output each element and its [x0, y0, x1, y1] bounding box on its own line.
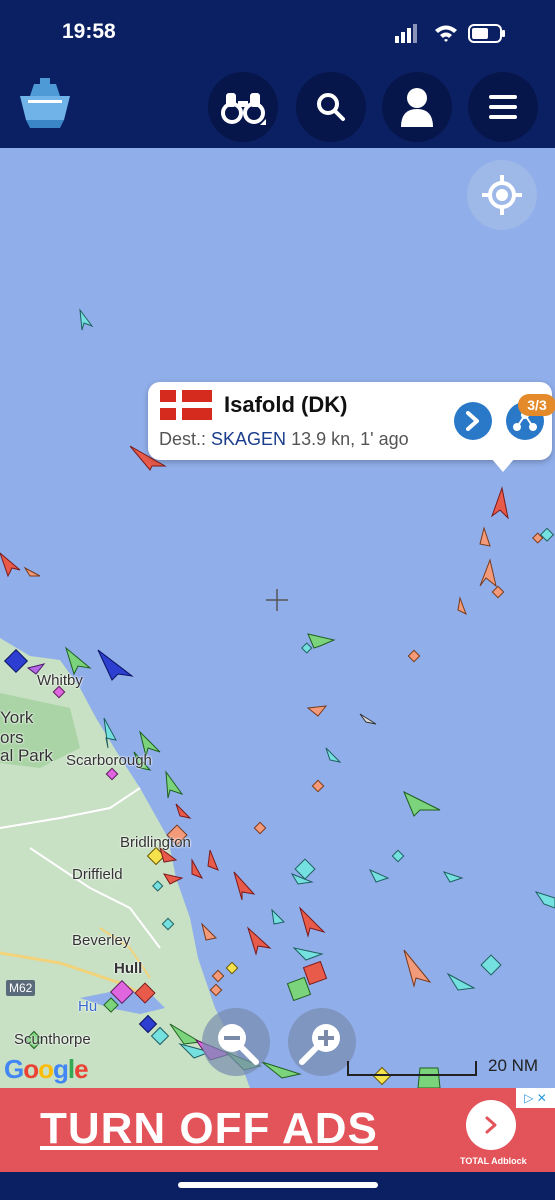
place-label-humber: Hu — [78, 998, 98, 1015]
place-label-whitby: Whitby — [37, 672, 83, 689]
vessel-marker — [233, 871, 256, 901]
vessel-marker — [325, 747, 342, 763]
map-center-crosshair — [266, 589, 288, 611]
vessel-destination-line: Dest.: SKAGEN 13.9 kn, 1' ago — [159, 429, 409, 450]
place-label-national-park: al Park — [0, 746, 53, 765]
status-time: 19:58 — [62, 20, 116, 43]
wifi-icon — [435, 25, 457, 42]
place-label-scunthorpe: Scunthorpe — [14, 1031, 91, 1048]
vessel-marker — [490, 486, 509, 520]
vessel-marker — [79, 308, 94, 331]
status-bar: 19:58 — [0, 0, 555, 62]
vessel-marker — [403, 949, 432, 988]
search-icon — [317, 93, 345, 121]
google-attribution: Google — [4, 1054, 89, 1084]
binoculars-icon — [221, 93, 266, 125]
vessel-marker — [359, 713, 377, 725]
place-label-beverley: Beverley — [72, 932, 131, 949]
vessel-marker — [23, 566, 41, 577]
vessel-marker — [246, 926, 272, 956]
vessel-marker — [403, 790, 441, 817]
vessel-marker — [446, 972, 476, 991]
place-label-bridlington: Bridlington — [120, 834, 191, 851]
route-count-badge: 3/3 — [518, 394, 555, 416]
adchoices-icon[interactable]: ▷ ✕ — [516, 1088, 555, 1108]
vessel-marker — [479, 526, 491, 547]
road-shield-m62: M62 — [6, 980, 36, 996]
vessel-marker — [201, 922, 218, 941]
vessel-marker — [165, 770, 184, 799]
binoculars-button[interactable] — [208, 72, 278, 142]
vessel-marker — [298, 906, 326, 938]
ad-brand: TOTAL Adblock — [460, 1156, 527, 1166]
logo-ship-icon[interactable] — [14, 76, 76, 132]
vessel-marker — [306, 705, 328, 717]
vessel-marker — [534, 891, 555, 909]
crosshair-locate-icon — [482, 175, 522, 215]
scale-label: 20 NM — [488, 1056, 539, 1075]
vessel-marker — [442, 871, 464, 883]
vessel-marker — [207, 849, 219, 871]
flag-denmark-icon — [160, 390, 212, 420]
vessel-marker — [368, 868, 390, 883]
zoom-in-icon — [299, 1024, 340, 1065]
vessel-marker — [271, 908, 286, 925]
place-label-driffield: Driffield — [72, 866, 123, 883]
zoom-out-icon — [218, 1024, 259, 1065]
signal-icon — [395, 36, 399, 43]
destination-label: Dest.: — [159, 429, 207, 449]
account-button[interactable] — [382, 72, 452, 142]
vessel-marker — [0, 552, 21, 578]
vessel-marker — [65, 646, 92, 676]
menu-icon — [489, 95, 517, 119]
vessel-marker — [175, 803, 192, 819]
ad-banner[interactable]: TURN OFF ADS TOTAL Adblock ▷ ✕ — [0, 1088, 555, 1172]
place-label-hull: Hull — [114, 960, 143, 977]
user-icon — [401, 88, 433, 127]
vessel-marker — [97, 649, 134, 681]
zoom-out-button[interactable] — [202, 1008, 270, 1076]
top-nav-bar — [0, 62, 555, 148]
place-label-york: York — [0, 708, 34, 727]
bottom-safe-area — [0, 1172, 555, 1200]
vessel-marker — [457, 596, 467, 616]
scale-bar — [347, 1061, 477, 1076]
home-indicator[interactable] — [178, 1182, 378, 1188]
menu-button[interactable] — [468, 72, 538, 142]
status-icons — [395, 24, 505, 43]
vessel-marker — [191, 858, 204, 879]
map-view[interactable]: Whitby York ors al Park Scarborough Brid… — [0, 148, 555, 1088]
locate-me-button[interactable] — [467, 160, 537, 230]
chevron-right-icon — [485, 1116, 497, 1134]
vessel-marker — [261, 1061, 302, 1079]
speed-and-age: 13.9 kn, 1' ago — [291, 429, 409, 449]
place-label-moors: ors — [0, 728, 24, 747]
vessel-details-button[interactable] — [454, 402, 492, 440]
place-label-scarborough: Scarborough — [66, 752, 152, 769]
vessel-marker — [479, 558, 497, 588]
vessel-info-popup[interactable]: Isafold (DK) Dest.: SKAGEN 13.9 kn, 1' a… — [148, 382, 555, 472]
search-button[interactable] — [296, 72, 366, 142]
ad-arrow-button[interactable] — [466, 1100, 516, 1150]
destination-value[interactable]: SKAGEN — [211, 429, 286, 449]
ad-headline[interactable]: TURN OFF ADS — [40, 1104, 378, 1154]
chevron-right-icon — [466, 411, 479, 431]
vessel-marker — [307, 633, 336, 649]
vessel-name: Isafold (DK) — [224, 392, 348, 417]
vessel-marker — [292, 947, 324, 961]
